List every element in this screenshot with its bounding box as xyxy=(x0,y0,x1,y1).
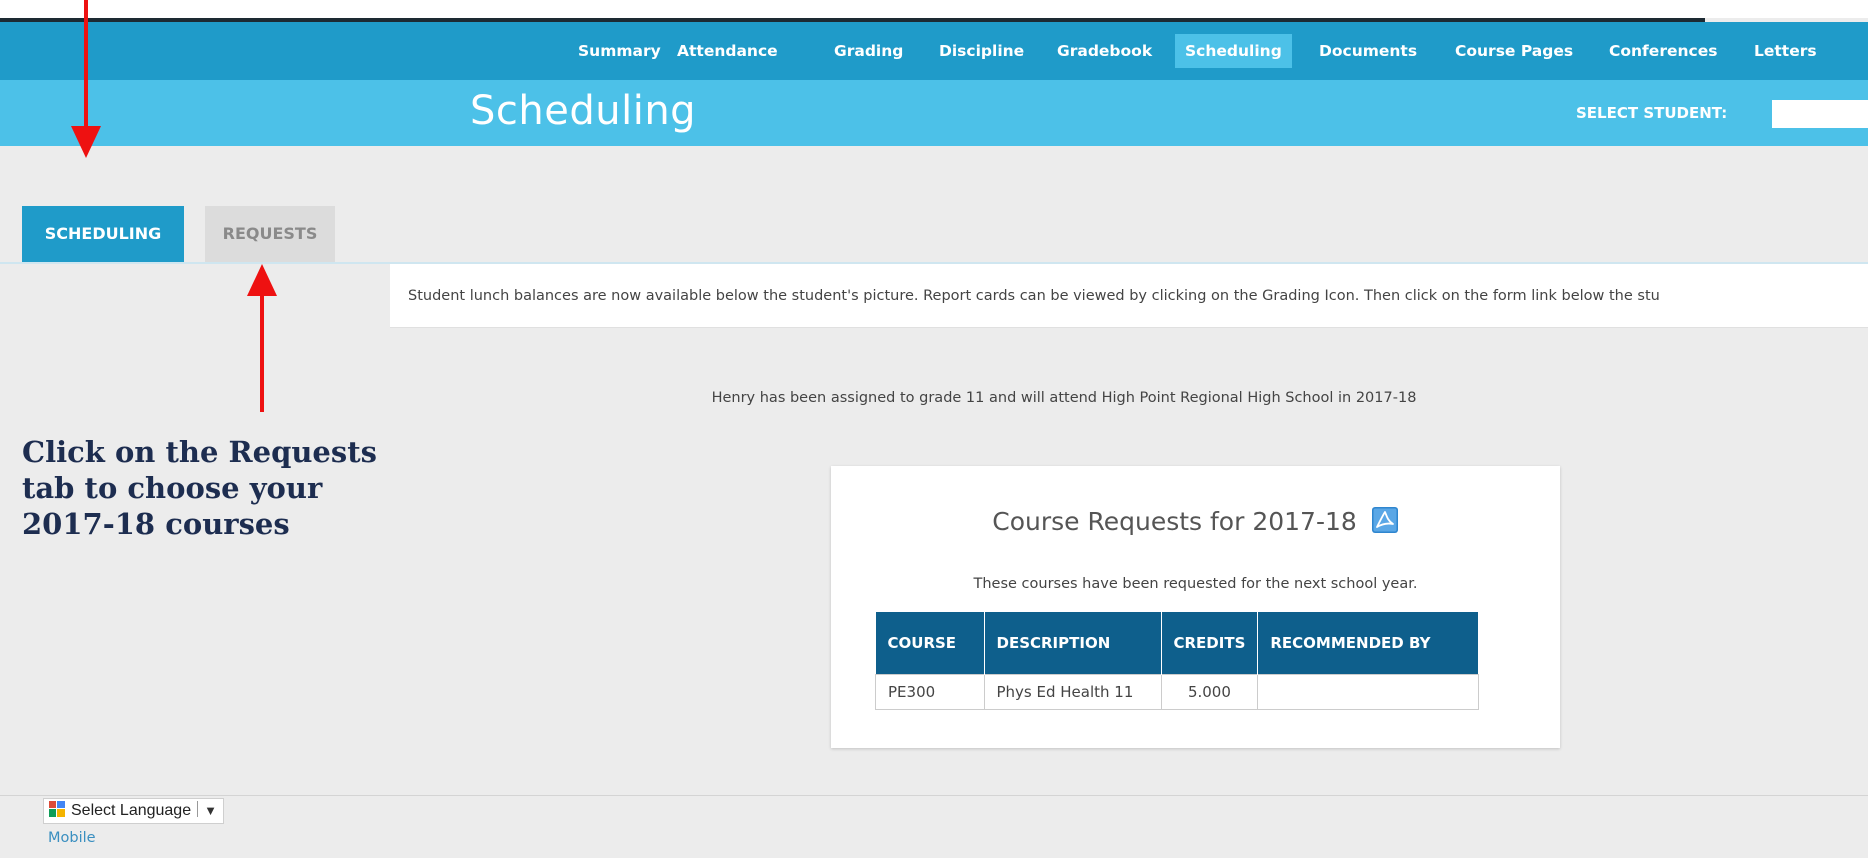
footer-divider xyxy=(0,795,1868,796)
nav-summary[interactable]: Summary xyxy=(578,22,661,80)
cell-credits: 5.000 xyxy=(1160,674,1259,710)
cell-course: PE300 xyxy=(875,674,985,710)
callout-line-2: tab to choose your xyxy=(22,471,323,505)
select-student-label: SELECT STUDENT: xyxy=(1576,104,1728,122)
top-white-strip xyxy=(0,0,1868,18)
course-requests-subtitle: These courses have been requested for th… xyxy=(973,576,1418,592)
announcement-bar: Student lunch balances are now available… xyxy=(390,264,1868,328)
nav-discipline[interactable]: Discipline xyxy=(939,22,1024,80)
cell-recommended-by xyxy=(1257,674,1479,710)
page-header: Scheduling SELECT STUDENT: xyxy=(0,80,1868,146)
course-requests-title: Course Requests for 2017-18 xyxy=(992,507,1357,536)
select-language-widget[interactable]: Select Language ▼ xyxy=(43,798,224,824)
tab-requests[interactable]: REQUESTS xyxy=(205,206,335,262)
nav-course-pages[interactable]: Course Pages xyxy=(1455,22,1573,80)
callout-line-1: Click on the Requests xyxy=(22,435,377,469)
table-row: PE300 Phys Ed Health 11 5.000 xyxy=(875,674,1479,710)
main-nav: Summary Attendance Grading Discipline Gr… xyxy=(0,22,1868,80)
nav-documents[interactable]: Documents xyxy=(1319,22,1417,80)
instruction-callout: Click on the Requests tab to choose your… xyxy=(22,434,377,542)
nav-gradebook[interactable]: Gradebook xyxy=(1057,22,1152,80)
nav-grading[interactable]: Grading xyxy=(834,22,903,80)
dropdown-arrow-icon: ▼ xyxy=(204,803,217,818)
nav-letters[interactable]: Letters xyxy=(1754,22,1817,80)
language-divider xyxy=(197,801,199,817)
course-requests-card: Course Requests for 2017-18 These course… xyxy=(831,466,1560,748)
nav-scheduling[interactable]: Scheduling xyxy=(1175,34,1292,68)
column-header-description: DESCRIPTION xyxy=(984,612,1162,675)
select-language-label: Select Language xyxy=(71,802,192,819)
course-requests-heading: Course Requests for 2017-18 xyxy=(831,506,1560,536)
nav-conferences[interactable]: Conferences xyxy=(1609,22,1717,80)
pdf-icon[interactable] xyxy=(1371,506,1399,534)
cell-description: Phys Ed Health 11 xyxy=(983,674,1162,710)
grade-assignment-text: Henry has been assigned to grade 11 and … xyxy=(711,390,1417,406)
tab-scheduling[interactable]: SCHEDULING xyxy=(22,206,184,262)
select-student-input[interactable] xyxy=(1772,100,1868,128)
page-title: Scheduling xyxy=(470,88,697,134)
table-header-row: COURSE DESCRIPTION CREDITS RECOMMENDED B… xyxy=(875,612,1479,675)
mobile-link[interactable]: Mobile xyxy=(48,830,96,846)
course-requests-table: COURSE DESCRIPTION CREDITS RECOMMENDED B… xyxy=(875,612,1479,710)
column-header-recommended-by: RECOMMENDED BY xyxy=(1257,612,1479,675)
column-header-course: COURSE xyxy=(875,612,985,675)
column-header-credits: CREDITS xyxy=(1161,612,1259,675)
google-translate-icon xyxy=(49,801,65,817)
nav-attendance[interactable]: Attendance xyxy=(677,22,778,80)
callout-line-3: 2017-18 courses xyxy=(22,507,290,541)
